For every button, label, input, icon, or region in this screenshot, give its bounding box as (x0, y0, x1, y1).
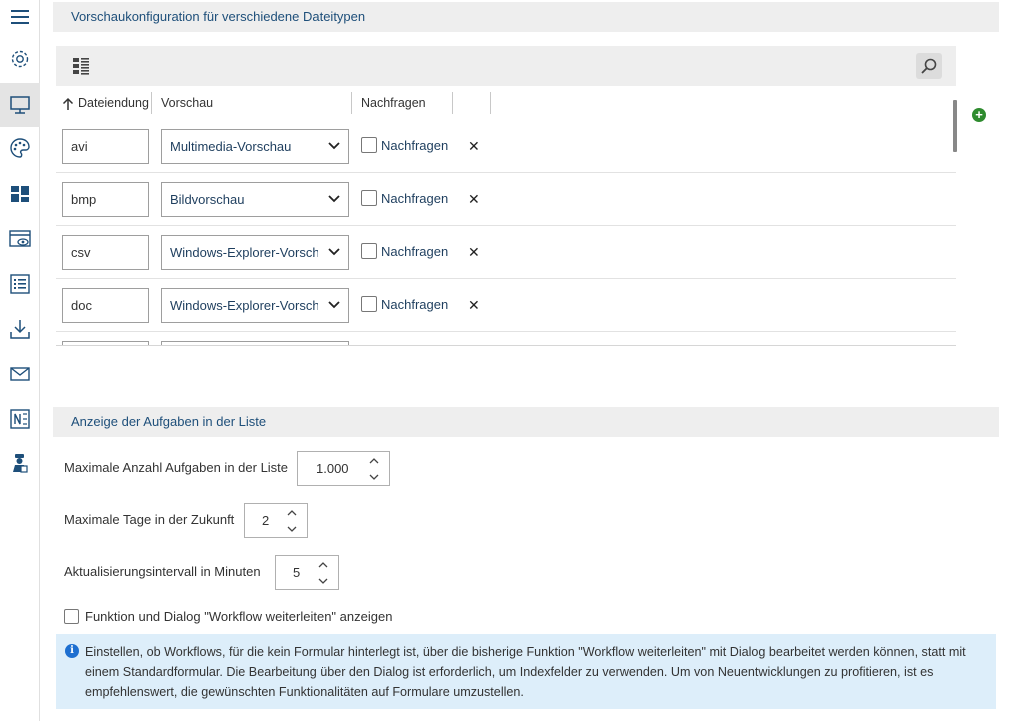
preview-type-value: Bildvorschau (170, 192, 245, 207)
refresh-interval-stepper[interactable]: 5 (275, 555, 339, 590)
preview-type-value: Windows-Explorer-Vorschau (170, 245, 318, 260)
checkbox-box[interactable] (64, 609, 79, 624)
ask-checkbox-label: Nachfragen (381, 190, 449, 206)
column-divider[interactable] (452, 92, 453, 114)
chevron-down-icon (328, 301, 340, 309)
delete-row-icon[interactable]: ✕ (468, 138, 480, 155)
delete-row-icon[interactable]: ✕ (468, 191, 480, 208)
ask-checkbox-label: Nachfragen (381, 137, 449, 153)
view-toggle-button[interactable] (68, 53, 94, 79)
download-icon[interactable] (0, 307, 40, 351)
add-row-icon[interactable]: + (972, 108, 986, 122)
table-search-button[interactable] (916, 53, 942, 79)
preview-table-body: avi Multimedia-Vorschau Nachfragen ✕ bmp… (56, 120, 956, 346)
dashboard-icon[interactable] (0, 172, 40, 216)
gear-icon[interactable] (0, 37, 40, 81)
table-row: avi Multimedia-Vorschau Nachfragen ✕ (56, 120, 956, 173)
column-header-ask[interactable]: Nachfragen (361, 92, 426, 114)
chevron-down-icon[interactable] (317, 577, 329, 585)
ask-checkbox[interactable]: Nachfragen (361, 190, 448, 206)
chevron-up-icon[interactable] (286, 509, 298, 517)
column-header-extension[interactable]: Dateiendung (78, 92, 149, 114)
menu-icon[interactable] (0, 0, 40, 39)
checkbox-box[interactable] (361, 190, 377, 206)
palette-icon[interactable] (0, 126, 40, 170)
grid-view-icon (73, 58, 89, 75)
delete-row-icon[interactable]: ✕ (468, 244, 480, 261)
max-days-stepper[interactable]: 2 (244, 503, 308, 538)
extension-input[interactable]: csv (62, 235, 149, 270)
monitor-icon[interactable] (0, 83, 40, 127)
mail-icon[interactable] (0, 352, 40, 396)
search-icon (921, 58, 937, 74)
chevron-down-icon (328, 195, 340, 203)
ask-checkbox-label: Nachfragen (381, 243, 449, 259)
tasks-section-title: Anzeige der Aufgaben in der Liste (53, 407, 999, 437)
preview-type-select[interactable]: Multimedia-Vorschau (161, 129, 349, 164)
onenote-icon[interactable] (0, 397, 40, 441)
checkbox-box[interactable] (361, 137, 377, 153)
left-nav-rail (0, 0, 40, 721)
chevron-down-icon (328, 142, 340, 150)
max-tasks-label: Maximale Anzahl Aufgaben in der Liste (64, 460, 289, 475)
table-scrollbar[interactable] (953, 100, 957, 152)
chevron-down-icon[interactable] (368, 473, 380, 481)
refresh-interval-value: 5 (293, 565, 301, 580)
table-toolbar (56, 46, 956, 86)
refresh-interval-label: Aktualisierungsintervall in Minuten (64, 564, 261, 579)
table-row: doc Windows-Explorer-Vorschau Nachfragen… (56, 279, 956, 332)
table-row (56, 332, 956, 345)
preview-section-title: Vorschaukonfiguration für verschiedene D… (53, 2, 999, 32)
forward-workflow-label: Funktion und Dialog "Workflow weiterleit… (85, 609, 393, 624)
column-header-preview[interactable]: Vorschau (161, 92, 213, 114)
ask-checkbox[interactable]: Nachfragen (361, 296, 448, 312)
column-divider[interactable] (151, 92, 152, 114)
sort-asc-icon[interactable] (62, 92, 74, 114)
preview-type-value: Multimedia-Vorschau (170, 139, 292, 154)
table-header: Dateiendung Vorschau Nachfragen (56, 90, 956, 116)
info-box: i Einstellen, ob Workflows, für die kein… (56, 634, 996, 709)
info-icon: i (65, 644, 79, 658)
info-text: Einstellen, ob Workflows, für die kein F… (85, 645, 966, 699)
column-divider[interactable] (490, 92, 491, 114)
table-row: csv Windows-Explorer-Vorschau Nachfragen… (56, 226, 956, 279)
extension-input[interactable] (62, 341, 149, 345)
preview-type-select[interactable]: Bildvorschau (161, 182, 349, 217)
extension-input[interactable]: avi (62, 129, 149, 164)
forward-workflow-checkbox[interactable]: Funktion und Dialog "Workflow weiterleit… (64, 609, 392, 624)
ask-checkbox[interactable]: Nachfragen (361, 137, 448, 153)
delete-row-icon[interactable]: ✕ (468, 297, 480, 314)
table-row: bmp Bildvorschau Nachfragen ✕ (56, 173, 956, 226)
ask-checkbox[interactable]: Nachfragen (361, 243, 448, 259)
chevron-up-icon[interactable] (317, 561, 329, 569)
max-tasks-stepper[interactable]: 1.000 (297, 451, 390, 486)
extension-input[interactable]: doc (62, 288, 149, 323)
column-divider[interactable] (351, 92, 352, 114)
checkbox-box[interactable] (361, 243, 377, 259)
checkbox-box[interactable] (361, 296, 377, 312)
max-days-value: 2 (262, 513, 270, 528)
preview-type-select[interactable] (161, 341, 349, 345)
preview-window-icon[interactable] (0, 217, 40, 261)
preview-type-value: Windows-Explorer-Vorschau (170, 298, 318, 313)
preview-type-select[interactable]: Windows-Explorer-Vorschau (161, 235, 349, 270)
extension-input[interactable]: bmp (62, 182, 149, 217)
max-tasks-value: 1.000 (316, 461, 349, 476)
list-icon[interactable] (0, 262, 40, 306)
max-days-label: Maximale Tage in der Zukunft (64, 512, 235, 527)
chevron-up-icon[interactable] (368, 457, 380, 465)
agent-icon[interactable] (0, 441, 40, 485)
chevron-down-icon (328, 248, 340, 256)
chevron-down-icon[interactable] (286, 525, 298, 533)
preview-type-select[interactable]: Windows-Explorer-Vorschau (161, 288, 349, 323)
ask-checkbox-label: Nachfragen (381, 296, 449, 312)
